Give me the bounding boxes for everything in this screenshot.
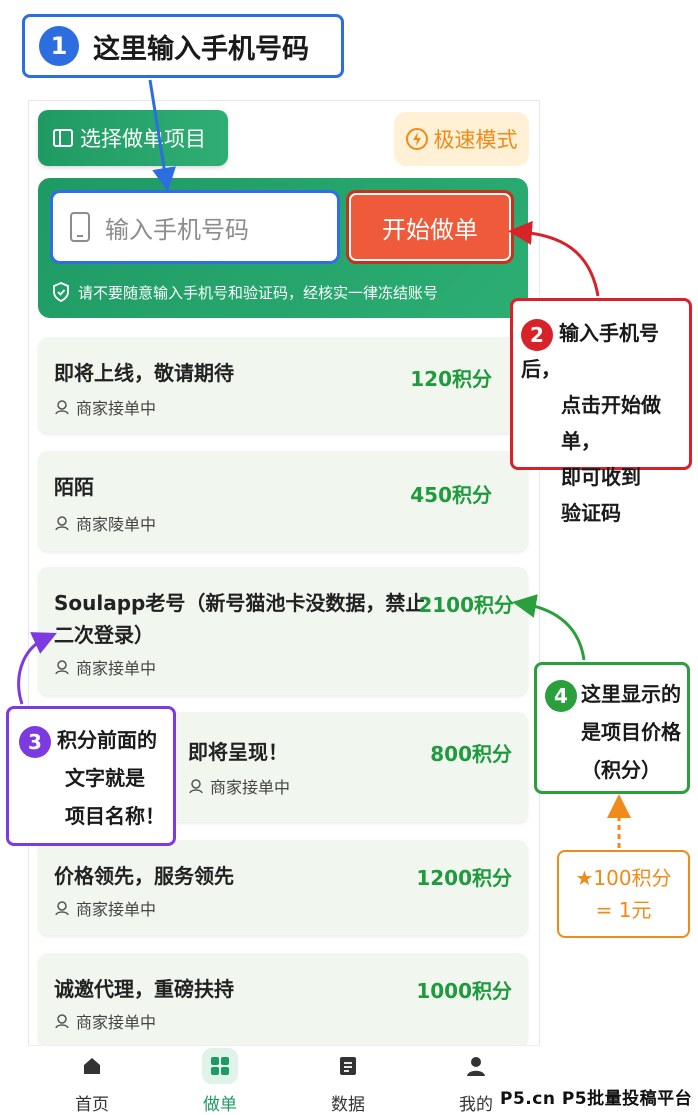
callout-line: 是项目价格	[581, 720, 681, 744]
arrow-1	[148, 79, 176, 192]
callout-line: 这里显示的	[581, 682, 681, 706]
arrow-3	[17, 632, 57, 705]
callout-line: 项目名称！	[65, 804, 165, 828]
arrow-2	[508, 220, 600, 297]
annotation-arrows	[17, 79, 631, 848]
callout-number: 3	[19, 725, 51, 758]
callout-line: （积分）	[581, 758, 661, 782]
callout-number: 2	[521, 318, 553, 351]
callout-3: 3 积分前面的 文字就是 项目名称！	[6, 706, 176, 846]
callout-5-exchange-rate: ★100积分 = 1元	[557, 850, 690, 938]
callout-line: 文字就是	[65, 766, 145, 790]
callout-2: 2 输入手机号后， 点击开始做单， 即可收到 验证码	[510, 298, 692, 525]
callout-number: 1	[39, 26, 79, 66]
callout-line: 积分前面的	[57, 728, 157, 752]
callout-line: ★100积分	[575, 866, 672, 890]
callout-line: 验证码	[561, 501, 621, 525]
callout-line: 即可收到	[561, 465, 641, 489]
callout-number: 4	[545, 679, 577, 712]
callout-line: = 1元	[595, 898, 652, 922]
arrow-4	[512, 594, 586, 661]
callout-4: 4 这里显示的 是项目价格 （积分）	[534, 662, 690, 794]
callout-line: 点击开始做单，	[561, 393, 661, 453]
callout-text: 这里输入手机号码	[93, 33, 309, 65]
watermark: P5.cn P5批量投稿平台	[500, 1089, 693, 1109]
callout-1: 1 这里输入手机号码	[22, 14, 344, 78]
